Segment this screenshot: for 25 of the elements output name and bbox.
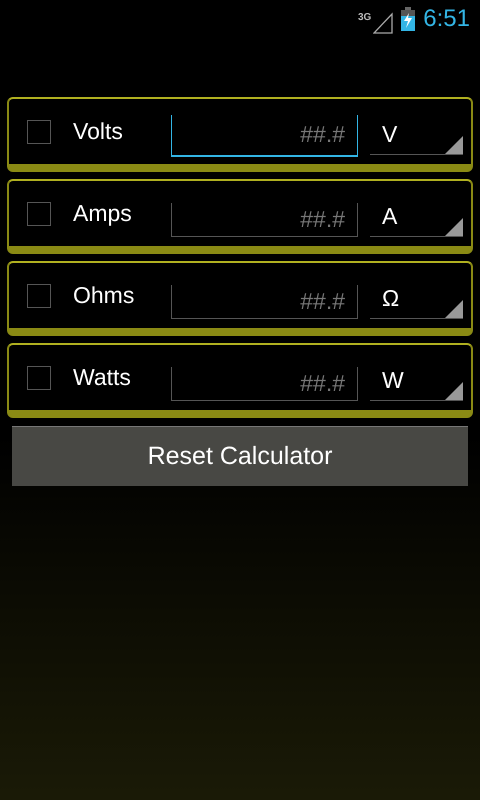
checkbox[interactable] [27, 202, 51, 226]
value-field[interactable]: ##.# [171, 284, 358, 318]
value-field[interactable]: ##.# [171, 202, 358, 236]
battery-charging-icon [401, 7, 416, 31]
unit-dropdown[interactable]: A [370, 196, 463, 236]
row-label: Volts [73, 117, 124, 146]
value-field[interactable]: ##.# [171, 366, 358, 400]
checkbox[interactable] [27, 366, 51, 390]
row-label: Ohms [73, 281, 136, 310]
checkbox[interactable] [27, 120, 51, 144]
unit-dropdown[interactable]: V [370, 114, 463, 154]
dropdown-corner-icon [445, 300, 463, 318]
dropdown-corner-icon [445, 136, 463, 154]
reset-button[interactable]: Reset Calculator [12, 426, 468, 486]
network-type: 3G [358, 11, 372, 25]
row-label: Watts [73, 363, 132, 392]
unit-dropdown[interactable]: Ω [370, 278, 463, 318]
clock: 6:51 [423, 4, 470, 34]
signal-icon [373, 12, 394, 34]
dropdown-corner-icon [445, 382, 463, 400]
row-label: Amps [73, 199, 133, 228]
unit-dropdown[interactable]: W [370, 360, 463, 400]
dropdown-corner-icon [445, 218, 463, 236]
value-field[interactable]: ##.# [171, 114, 358, 156]
checkbox[interactable] [27, 284, 51, 308]
